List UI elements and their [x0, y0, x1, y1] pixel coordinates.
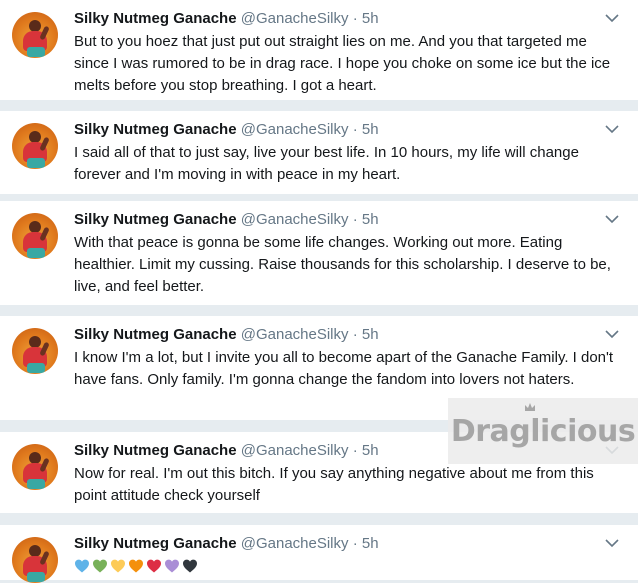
- avatar[interactable]: [12, 213, 58, 259]
- timestamp[interactable]: 5h: [362, 121, 379, 138]
- user-handle[interactable]: @GanacheSilky: [241, 121, 349, 138]
- heart-icon: [111, 559, 125, 573]
- avatar[interactable]: [12, 328, 58, 374]
- separator: ·: [352, 211, 358, 228]
- tweet-text: But to you hoez that just put out straig…: [74, 33, 611, 94]
- tweet-header: Silky Nutmeg Ganache @GanacheSilky · 5h: [74, 10, 379, 27]
- user-handle[interactable]: @GanacheSilky: [241, 10, 349, 27]
- avatar[interactable]: [12, 537, 58, 583]
- display-name[interactable]: Silky Nutmeg Ganache: [74, 535, 237, 552]
- timestamp[interactable]: 5h: [362, 326, 379, 343]
- tweet-header: Silky Nutmeg Ganache @GanacheSilky · 5h: [74, 326, 379, 343]
- avatar[interactable]: [12, 12, 58, 58]
- tweet-text: With that peace is gonna be some life ch…: [74, 234, 611, 295]
- user-handle[interactable]: @GanacheSilky: [241, 326, 349, 343]
- display-name[interactable]: Silky Nutmeg Ganache: [74, 211, 237, 228]
- watermark-logo: Draglicious: [448, 398, 638, 464]
- tweet-header: Silky Nutmeg Ganache @GanacheSilky · 5h: [74, 121, 379, 138]
- chevron-down-icon[interactable]: [604, 537, 620, 549]
- user-handle[interactable]: @GanacheSilky: [241, 535, 349, 552]
- chevron-down-icon[interactable]: [604, 12, 620, 24]
- heart-emoji-row: [74, 558, 622, 574]
- display-name[interactable]: Silky Nutmeg Ganache: [74, 442, 237, 459]
- user-handle[interactable]: @GanacheSilky: [241, 442, 349, 459]
- tweet-header: Silky Nutmeg Ganache @GanacheSilky · 5h: [74, 442, 379, 459]
- timestamp[interactable]: 5h: [362, 10, 379, 27]
- separator: ·: [352, 326, 358, 343]
- watermark-text: Draglicious: [450, 413, 636, 449]
- tweet[interactable]: Silky Nutmeg Ganache @GanacheSilky · 5h …: [0, 111, 638, 194]
- heart-icon: [165, 559, 179, 573]
- chevron-down-icon[interactable]: [604, 123, 620, 135]
- tweet-text: I said all of that to just say, live you…: [74, 144, 579, 183]
- display-name[interactable]: Silky Nutmeg Ganache: [74, 10, 237, 27]
- avatar[interactable]: [12, 123, 58, 169]
- separator: ·: [352, 442, 358, 459]
- heart-icon: [93, 559, 107, 573]
- tweet-text: I know I'm a lot, but I invite you all t…: [74, 349, 614, 388]
- timestamp[interactable]: 5h: [362, 442, 379, 459]
- tweet[interactable]: Silky Nutmeg Ganache @GanacheSilky · 5h …: [0, 201, 638, 305]
- user-handle[interactable]: @GanacheSilky: [241, 211, 349, 228]
- chevron-down-icon[interactable]: [604, 213, 620, 225]
- tweet-text: Now for real. I'm out this bitch. If you…: [74, 465, 594, 504]
- tweet-header: Silky Nutmeg Ganache @GanacheSilky · 5h: [74, 211, 379, 228]
- tweet[interactable]: Silky Nutmeg Ganache @GanacheSilky · 5h …: [0, 0, 638, 100]
- heart-icon: [147, 559, 161, 573]
- display-name[interactable]: Silky Nutmeg Ganache: [74, 121, 237, 138]
- tweet-text: [74, 556, 622, 574]
- heart-icon: [183, 559, 197, 573]
- chevron-down-icon[interactable]: [604, 328, 620, 340]
- timestamp[interactable]: 5h: [362, 211, 379, 228]
- separator: ·: [352, 121, 358, 138]
- timestamp[interactable]: 5h: [362, 535, 379, 552]
- crown-icon: [525, 403, 535, 411]
- tweet[interactable]: Silky Nutmeg Ganache @GanacheSilky · 5h: [0, 525, 638, 583]
- separator: ·: [352, 535, 358, 552]
- avatar[interactable]: [12, 444, 58, 490]
- tweet-header: Silky Nutmeg Ganache @GanacheSilky · 5h: [74, 535, 379, 552]
- separator: ·: [352, 10, 358, 27]
- heart-icon: [75, 559, 89, 573]
- display-name[interactable]: Silky Nutmeg Ganache: [74, 326, 237, 343]
- heart-icon: [129, 559, 143, 573]
